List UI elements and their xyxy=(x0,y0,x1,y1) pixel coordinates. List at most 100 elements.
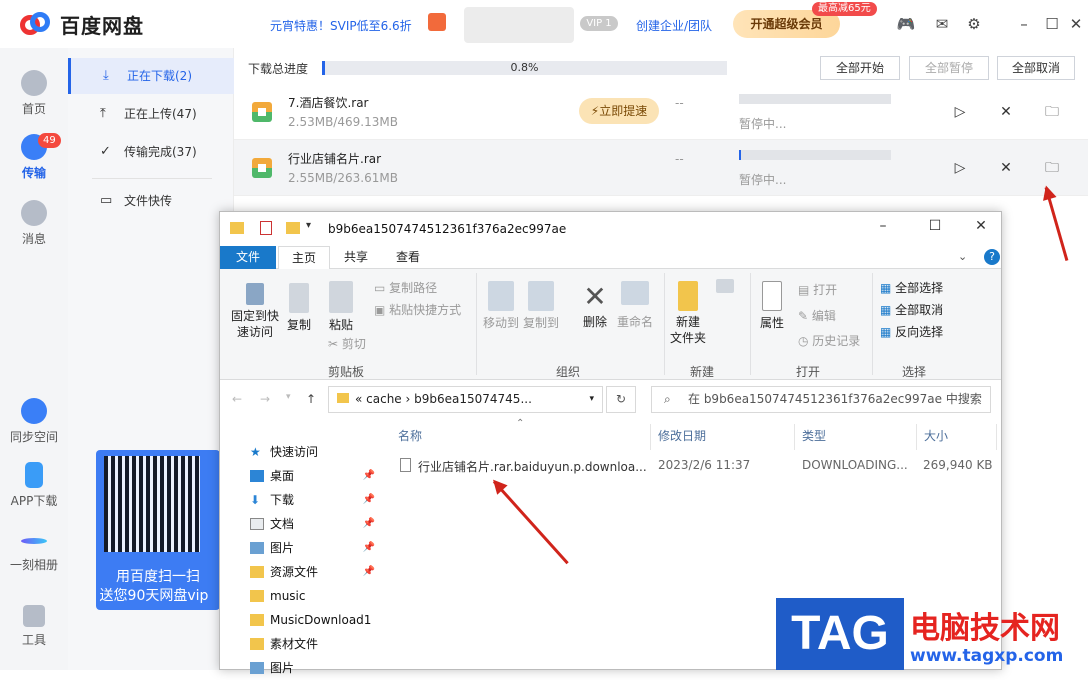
start-all-button[interactable]: 全部开始 xyxy=(820,56,900,80)
remove-icon[interactable]: ✕ xyxy=(998,160,1014,176)
copy-to-button[interactable]: 复制到 xyxy=(522,281,560,331)
nav-tools[interactable]: 工具 xyxy=(0,605,68,648)
nav-folder[interactable]: 素材文件 xyxy=(240,632,375,656)
properties-icon[interactable] xyxy=(260,221,272,235)
nav-app-download[interactable]: APP下载 xyxy=(0,462,68,509)
open-button[interactable]: ▤ 打开 xyxy=(798,281,837,298)
ribbon-label: 粘贴快捷方式 xyxy=(389,303,462,317)
select-all-button[interactable]: ▦ 全部选择 xyxy=(880,279,943,296)
tab-view[interactable]: 查看 xyxy=(384,246,432,269)
navigation-pane: ★ 快速访问 桌面 📌 ⬇ 下载 📌 文档 📌 图片 📌 资源文件 📌 music Music… xyxy=(240,440,375,675)
ribbon-label: 新建 文件夹 xyxy=(670,315,707,345)
tab-home[interactable]: 主页 xyxy=(278,246,330,269)
delete-button[interactable]: ✕ 删除 xyxy=(578,281,612,330)
rename-button[interactable]: 重命名 xyxy=(614,281,656,330)
play-icon[interactable]: ▷ xyxy=(952,160,968,176)
tab-share[interactable]: 共享 xyxy=(332,246,380,269)
picture-icon xyxy=(250,542,264,554)
nav-pictures[interactable]: 图片 📌 xyxy=(240,536,375,560)
properties-button[interactable]: 属性 xyxy=(756,281,788,331)
recent-icon[interactable]: ▾ xyxy=(286,392,291,402)
user-avatar-area[interactable] xyxy=(464,7,574,43)
paste-shortcut-button[interactable]: ▣ 粘贴快捷方式 xyxy=(374,301,461,318)
settings-icon[interactable]: ⚙ xyxy=(964,14,984,34)
nav-desktop[interactable]: 桌面 📌 xyxy=(240,464,375,488)
ribbon-label: 编辑 xyxy=(811,309,836,323)
select-none-button[interactable]: ▦ 全部取消 xyxy=(880,301,943,318)
invert-selection-button[interactable]: ▦ 反向选择 xyxy=(880,323,943,340)
column-name[interactable]: 名称 xyxy=(398,427,422,444)
paste-button[interactable]: 粘贴 xyxy=(324,281,358,333)
promo-link[interactable]: 元宵特惠！SVIP低至6.6折 xyxy=(270,17,412,34)
paste-icon xyxy=(329,281,353,313)
new-folder-button[interactable]: 新建 文件夹 xyxy=(670,281,706,346)
cut-button[interactable]: ✂ 剪切 xyxy=(328,335,366,352)
forward-icon[interactable]: → xyxy=(260,392,270,406)
minimize-icon[interactable]: – xyxy=(868,218,898,234)
remove-icon[interactable]: ✕ xyxy=(998,104,1014,120)
open-folder-icon[interactable]: 🗀 xyxy=(1044,104,1060,120)
minimize-icon[interactable]: – xyxy=(1014,14,1034,34)
column-size[interactable]: 大小 xyxy=(924,427,948,444)
close-icon[interactable]: ✕ xyxy=(1066,14,1086,34)
sidebar-item-uploading[interactable]: ⤒ 正在上传(47) xyxy=(68,96,234,132)
open-folder-icon[interactable]: 🗀 xyxy=(1044,160,1060,176)
row-progress-bar xyxy=(739,94,891,104)
refresh-icon[interactable]: ↻ xyxy=(606,386,636,413)
column-date[interactable]: 修改日期 xyxy=(658,427,706,444)
customize-quick-access-icon[interactable]: ▾ xyxy=(306,220,311,231)
nav-folder[interactable]: music xyxy=(240,584,375,608)
new-folder-icon[interactable] xyxy=(286,222,300,234)
nav-documents[interactable]: 文档 📌 xyxy=(240,512,375,536)
up-icon[interactable]: ↑ xyxy=(306,392,316,406)
back-icon[interactable]: ← xyxy=(232,392,242,406)
tab-file[interactable]: 文件 xyxy=(220,246,276,269)
sidebar-item-completed[interactable]: ✓ 传输完成(37) xyxy=(68,134,234,170)
open-icon: ▤ xyxy=(798,283,814,297)
nav-quick-access[interactable]: ★ 快速访问 xyxy=(240,440,375,464)
column-type[interactable]: 类型 xyxy=(802,427,826,444)
copy-path-button[interactable]: ▭ 复制路径 xyxy=(374,279,437,296)
pin-quick-access-button[interactable]: 固定到快 速访问 xyxy=(228,283,282,340)
game-icon[interactable]: 🎮 xyxy=(896,14,916,34)
nav-sync[interactable]: 同步空间 xyxy=(0,398,68,445)
nav-folder[interactable]: 资源文件 📌 xyxy=(240,560,375,584)
new-item-button[interactable] xyxy=(710,279,740,296)
search-input[interactable]: ⌕ 在 b9b6ea1507474512361f376a2ec997ae 中搜索 xyxy=(651,386,991,413)
maximize-icon[interactable]: ☐ xyxy=(920,218,950,234)
help-icon[interactable]: ? xyxy=(984,249,1000,265)
mail-icon[interactable]: ✉ xyxy=(932,14,952,34)
file-row[interactable]: 行业店铺名片.rar.baiduyun.p.downloa... 2023/2/… xyxy=(398,456,998,476)
nav-messages[interactable]: 消息 xyxy=(0,200,68,247)
nav-label: 素材文件 xyxy=(270,637,319,651)
pause-all-button[interactable]: 全部暂停 xyxy=(909,56,989,80)
sidebar-item-downloading[interactable]: ⤓ 正在下载(2) xyxy=(68,58,234,94)
move-icon xyxy=(488,281,514,311)
chevron-down-icon[interactable]: ⌄ xyxy=(958,250,967,263)
close-icon[interactable]: ✕ xyxy=(966,218,996,234)
nav-home[interactable]: 首页 xyxy=(0,70,68,117)
sidebar-item-quick-transfer[interactable]: ▭ 文件快传 xyxy=(68,183,234,219)
nav-downloads[interactable]: ⬇ 下载 📌 xyxy=(240,488,375,512)
maximize-icon[interactable]: ☐ xyxy=(1042,14,1062,34)
download-row[interactable]: 行业店铺名片.rar 2.55MB/263.61MB -- 暂停中... ▷ ✕… xyxy=(234,140,1088,196)
download-row[interactable]: 7.酒店餐饮.rar 2.53MB/469.13MB ⚡立即提速 -- 暂停中.… xyxy=(234,84,1088,140)
nav-album[interactable]: 一刻相册 xyxy=(0,528,68,573)
create-team-link[interactable]: 创建企业/团队 xyxy=(636,17,712,34)
address-bar[interactable]: « cache › b9b6ea15074745... ▾ xyxy=(328,386,603,413)
gift-icon[interactable] xyxy=(428,13,446,31)
copy-button[interactable]: 复制 xyxy=(284,283,314,333)
upload-icon: ⤒ xyxy=(100,106,106,121)
nav-folder[interactable]: 图片 xyxy=(240,656,375,680)
explorer-titlebar: ▾ b9b6ea1507474512361f376a2ec997ae – ☐ ✕ xyxy=(220,212,1001,246)
play-icon[interactable]: ▷ xyxy=(952,104,968,120)
history-button[interactable]: ◷ 历史记录 xyxy=(798,332,860,349)
chevron-down-icon[interactable]: ▾ xyxy=(589,387,594,412)
nav-folder[interactable]: MusicDownload1 xyxy=(240,608,375,632)
pin-icon: 📌 xyxy=(362,494,375,505)
boost-button[interactable]: ⚡立即提速 xyxy=(579,98,659,124)
edit-button[interactable]: ✎ 编辑 xyxy=(798,307,836,324)
annotation-arrow xyxy=(1044,187,1069,261)
cancel-all-button[interactable]: 全部取消 xyxy=(997,56,1075,80)
move-to-button[interactable]: 移动到 xyxy=(482,281,520,331)
